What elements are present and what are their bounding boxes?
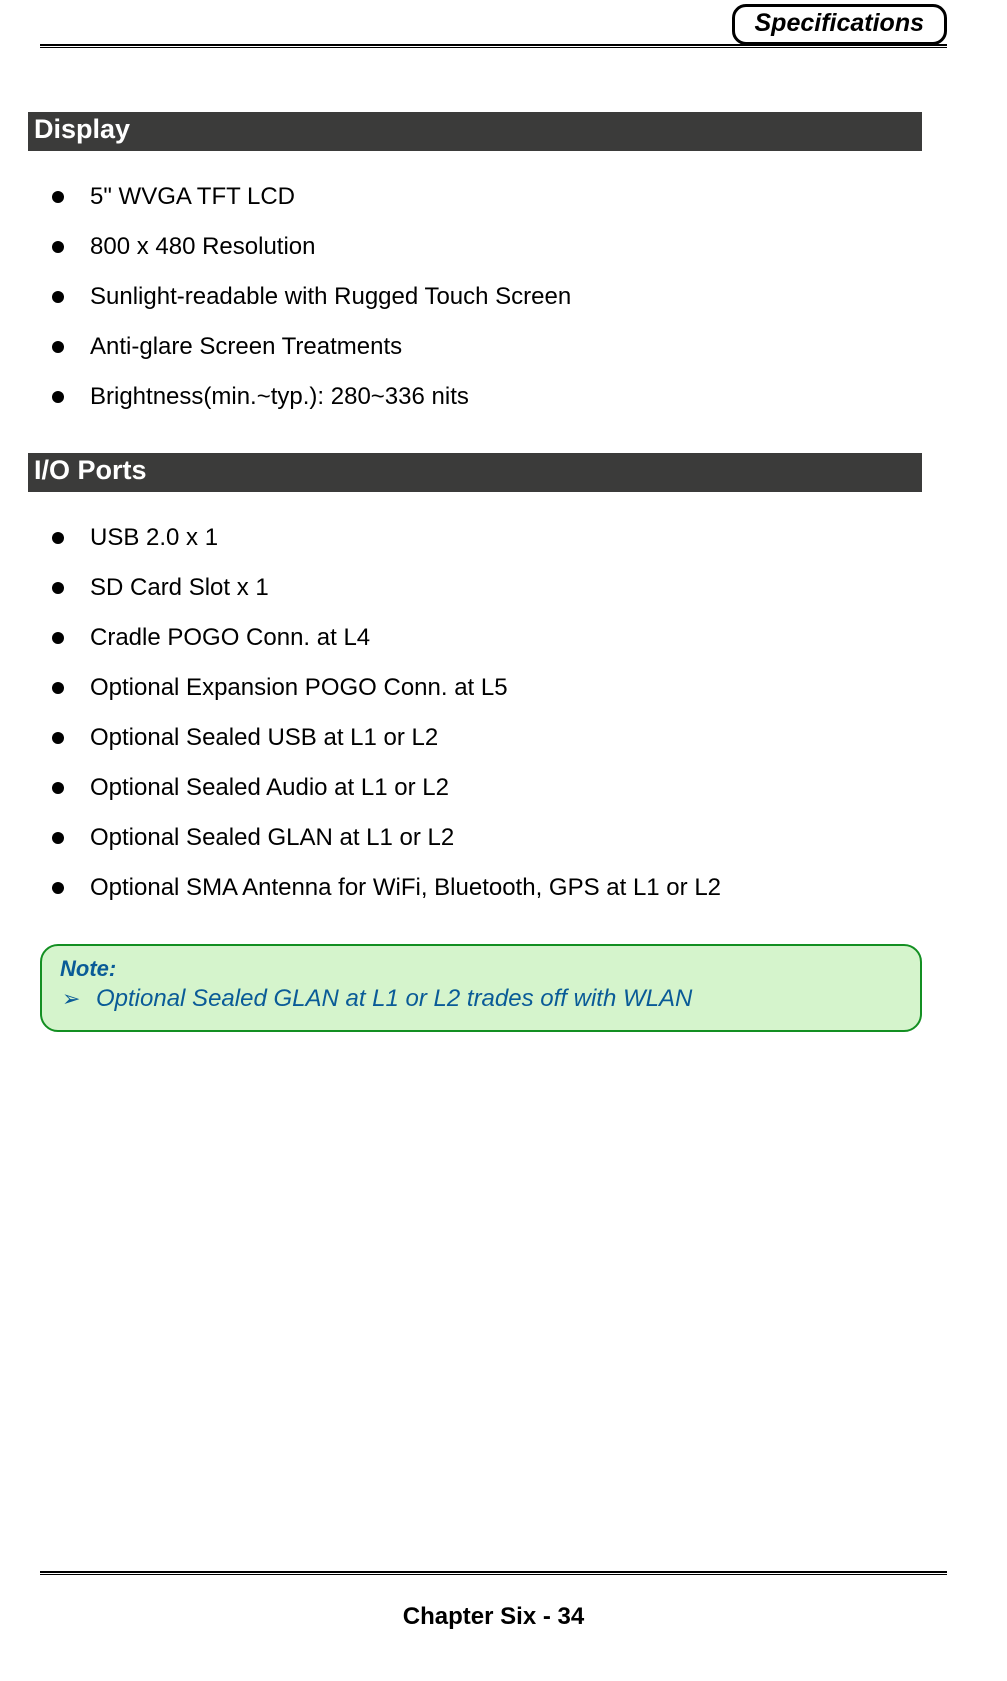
- list-item: Brightness(min.~typ.): 280~336 nits: [46, 381, 922, 413]
- note-text: Optional Sealed GLAN at L1 or L2 trades …: [60, 984, 902, 1014]
- list-item: Optional Sealed Audio at L1 or L2: [46, 772, 922, 804]
- list-item: 5" WVGA TFT LCD: [46, 181, 922, 213]
- list-item: Cradle POGO Conn. at L4: [46, 622, 922, 654]
- display-list: 5" WVGA TFT LCD 800 x 480 Resolution Sun…: [40, 181, 922, 413]
- list-item: Anti-glare Screen Treatments: [46, 331, 922, 363]
- header-title: Specifications: [755, 9, 925, 37]
- list-item: Optional Sealed GLAN at L1 or L2: [46, 822, 922, 854]
- section-title-display: Display: [28, 112, 922, 151]
- list-item: Optional Sealed USB at L1 or L2: [46, 722, 922, 754]
- list-item: 800 x 480 Resolution: [46, 231, 922, 263]
- list-item: Optional SMA Antenna for WiFi, Bluetooth…: [46, 872, 922, 904]
- section-title-text: I/O Ports: [34, 455, 147, 485]
- list-item: Optional Expansion POGO Conn. at L5: [46, 672, 922, 704]
- list-item: USB 2.0 x 1: [46, 522, 922, 554]
- header-title-box: Specifications: [732, 4, 948, 45]
- footer-text: Chapter Six - 34: [40, 1603, 947, 1631]
- list-item: SD Card Slot x 1: [46, 572, 922, 604]
- ioports-list: USB 2.0 x 1 SD Card Slot x 1 Cradle POGO…: [40, 522, 922, 904]
- footer-rule: [40, 1571, 947, 1575]
- page: Specifications Display 5" WVGA TFT LCD 8…: [0, 0, 1007, 1681]
- list-item: Sunlight-readable with Rugged Touch Scre…: [46, 281, 922, 313]
- note-label: Note:: [60, 956, 902, 982]
- page-header: Specifications: [40, 0, 947, 50]
- page-footer: Chapter Six - 34: [40, 1571, 947, 1631]
- main-content: Display 5" WVGA TFT LCD 800 x 480 Resolu…: [40, 62, 947, 1032]
- section-title-text: Display: [34, 114, 130, 144]
- note-box: Note: Optional Sealed GLAN at L1 or L2 t…: [40, 944, 922, 1032]
- section-title-ioports: I/O Ports: [28, 453, 922, 492]
